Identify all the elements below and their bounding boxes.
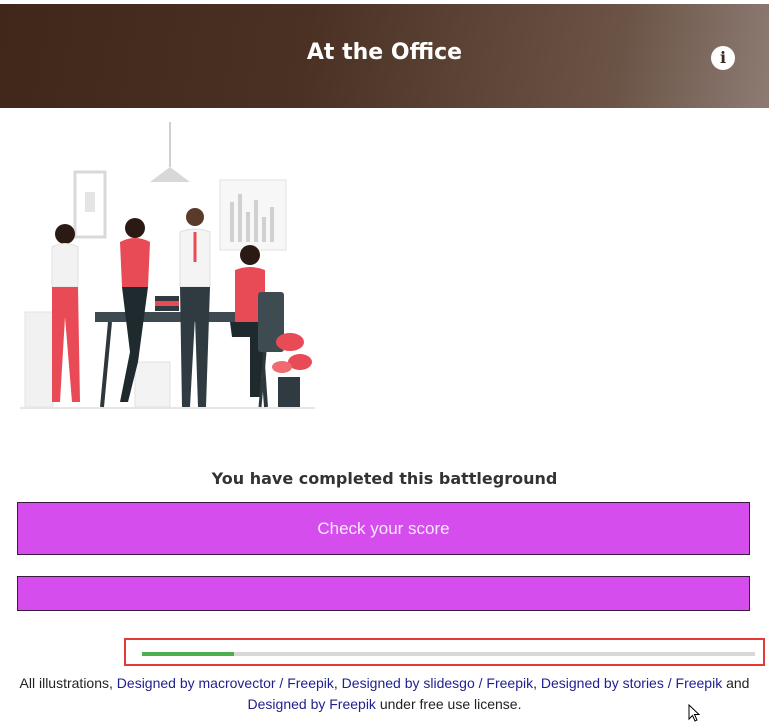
header-bar: At the Office i [0, 4, 769, 108]
credit-link-freepik[interactable]: Designed by Freepik [248, 696, 376, 712]
completion-message: You have completed this battleground [211, 469, 558, 488]
check-score-button[interactable]: Check your score [17, 502, 750, 555]
credits-separator: and [722, 675, 750, 691]
secondary-button[interactable] [17, 576, 750, 611]
credits-text: All illustrations, [19, 675, 117, 691]
credits-separator: , [333, 675, 342, 691]
progress-fill [142, 652, 234, 656]
credit-link-stories[interactable]: Designed by stories / Freepik [541, 675, 722, 691]
credit-link-slidesgo[interactable]: Designed by slidesgo / Freepik [342, 675, 533, 691]
office-team-illustration [20, 122, 315, 409]
credits-footer: All illustrations, Designed by macrovect… [0, 673, 769, 715]
credit-link-macrovector[interactable]: Designed by macrovector / Freepik [117, 675, 334, 691]
credits-separator: , [533, 675, 541, 691]
mouse-cursor-icon [688, 704, 700, 722]
page-title: At the Office [306, 40, 463, 65]
progress-container [124, 638, 765, 666]
progress-track [142, 652, 755, 656]
info-icon[interactable]: i [711, 46, 735, 70]
credits-text-end: under free use license. [375, 696, 522, 712]
